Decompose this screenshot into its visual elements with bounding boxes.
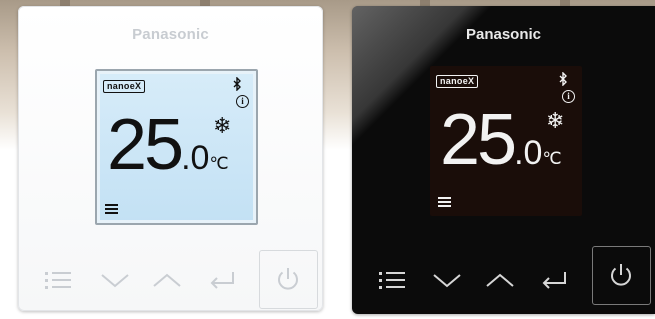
list-icon [438,197,451,209]
list-icon [105,204,118,216]
lcd-display: nanoeX i 25.0℃ ❄ [430,66,582,216]
enter-button[interactable] [207,268,237,297]
chevron-up-icon [153,273,181,287]
nanoex-badge: nanoeX [436,75,479,88]
up-button[interactable] [485,269,515,296]
chevron-down-icon [101,274,129,288]
enter-button[interactable] [539,268,569,297]
chevron-up-icon [486,273,514,287]
temperature-readout: 25.0℃ [107,109,229,181]
temperature-integer: 25 [440,100,517,180]
temperature-decimal: .0 [181,139,210,177]
brand-logo: Panasonic [132,26,209,43]
nanoex-badge: nanoeX [103,80,146,93]
brand-logo: Panasonic [465,26,542,43]
power-button[interactable] [259,250,318,309]
temperature-decimal: .0 [514,134,543,172]
bluetooth-icon [559,71,568,89]
temperature-unit: ℃ [209,154,229,173]
down-button[interactable] [100,269,130,296]
power-icon [278,268,298,290]
snowflake-icon: ❄ [546,108,565,133]
info-icon: i [236,95,249,108]
menu-button[interactable] [379,271,405,291]
temperature-integer: 25 [107,105,184,185]
white-thermostat: Panasonic nanoeX i 25.0℃ ❄ [18,6,323,311]
up-button[interactable] [152,269,182,296]
temperature-unit: ℃ [542,149,562,168]
down-button[interactable] [432,269,462,296]
info-icon: i [562,90,575,103]
lcd-display: nanoeX i 25.0℃ ❄ [95,69,258,225]
chevron-down-icon [433,274,461,288]
snowflake-icon: ❄ [213,113,232,138]
temperature-readout: 25.0℃ [440,104,562,176]
bluetooth-icon [233,76,242,94]
menu-button[interactable] [45,271,71,291]
power-button[interactable] [592,246,651,305]
black-thermostat: Panasonic nanoeX i 25.0℃ ❄ [352,6,655,314]
enter-icon [210,272,234,289]
power-icon [611,264,631,286]
enter-icon [542,272,566,289]
